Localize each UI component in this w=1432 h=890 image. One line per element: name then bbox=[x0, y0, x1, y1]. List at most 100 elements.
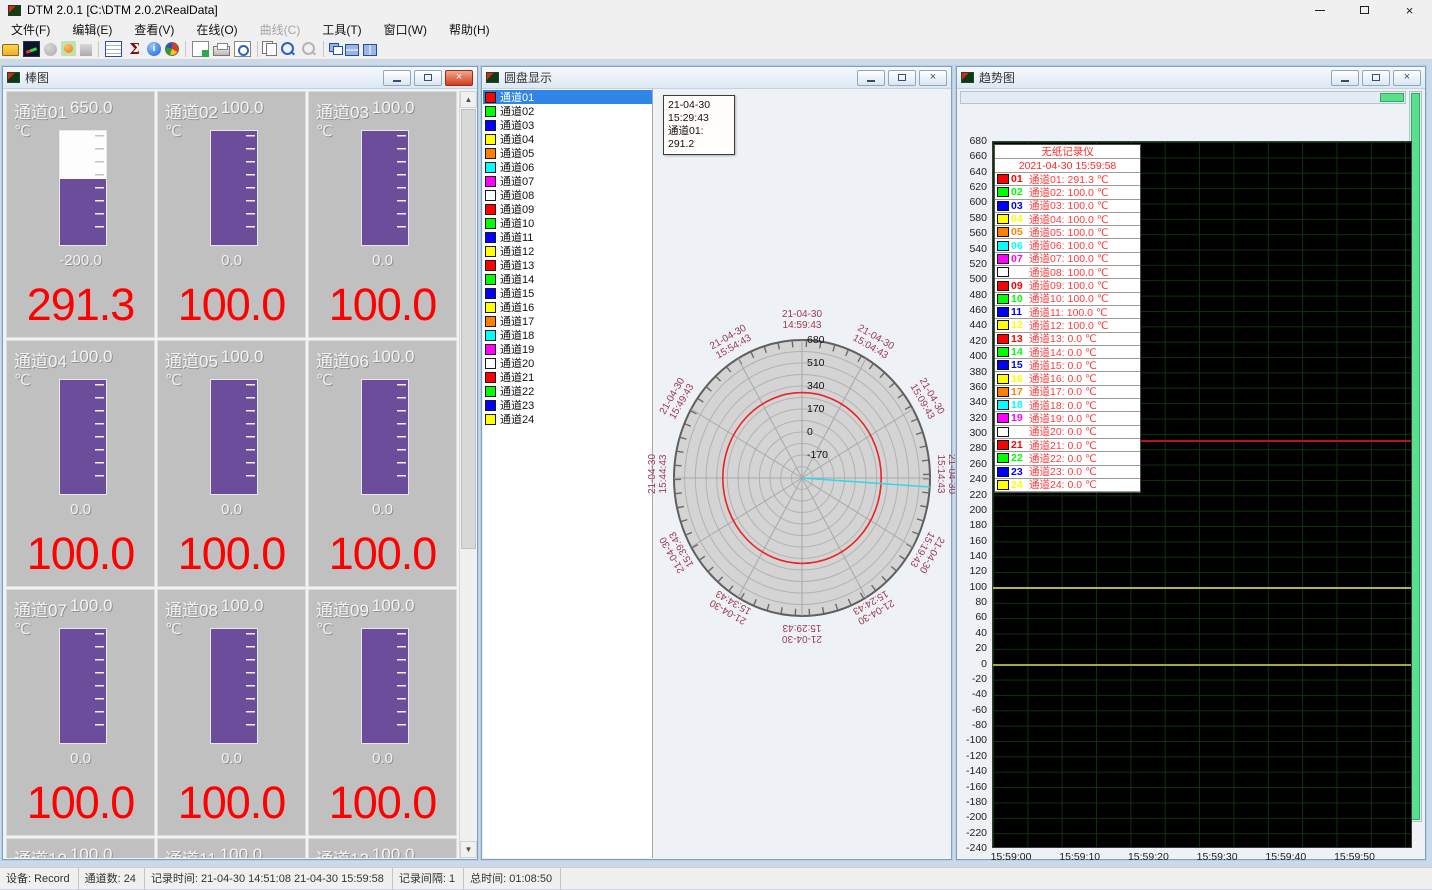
legend-row: 07 通道07: 100.0 ℃ bbox=[995, 253, 1140, 266]
menu-item[interactable]: 在线(O) bbox=[185, 20, 248, 39]
scrollbar-thumb[interactable] bbox=[1380, 93, 1404, 102]
maximize-button[interactable] bbox=[414, 70, 442, 86]
export-icon[interactable] bbox=[192, 41, 209, 57]
channel-color-swatch bbox=[997, 480, 1009, 490]
close-button[interactable]: × bbox=[1393, 70, 1421, 86]
channel-list-item[interactable]: 通道04 bbox=[483, 132, 652, 146]
channel-list-item[interactable]: 通道03 bbox=[483, 118, 652, 132]
channel-gauge-partial: 通道11 100.0 bbox=[157, 838, 306, 858]
record-icon[interactable] bbox=[61, 41, 76, 56]
trend-chart-window: 趋势图 × 6806606406206005805605405205004804… bbox=[956, 66, 1426, 860]
close-button[interactable]: × bbox=[919, 70, 947, 86]
status-segment: 记录间隔: 1 bbox=[393, 868, 464, 890]
app-minimize-button[interactable] bbox=[1297, 0, 1342, 20]
gauge-unit: ℃ bbox=[316, 371, 333, 389]
channel-value-text: 通道11: 100.0 ℃ bbox=[1029, 306, 1108, 319]
svg-text:170: 170 bbox=[807, 403, 825, 415]
horizontal-scrollbar[interactable] bbox=[960, 91, 1406, 104]
zoom-in-icon[interactable] bbox=[279, 41, 296, 57]
channel-list-item[interactable]: 通道07 bbox=[483, 174, 652, 188]
channel-list-item[interactable]: 通道16 bbox=[483, 300, 652, 314]
channel-list-item[interactable]: 通道09 bbox=[483, 202, 652, 216]
menu-item[interactable]: 文件(F) bbox=[0, 20, 61, 39]
trend-x-axis: 15:59:0015:59:1015:59:2015:59:3015:59:40… bbox=[992, 851, 1412, 865]
channel-value-text: 通道20: 0.0 ℃ bbox=[1029, 426, 1097, 439]
cascade-windows-icon[interactable] bbox=[333, 46, 343, 55]
channel-number: 21 bbox=[1011, 439, 1029, 451]
channel-list-item[interactable]: 通道01 bbox=[483, 90, 652, 104]
y-axis-tick-label: 140 bbox=[969, 550, 987, 562]
realtime-display-icon[interactable] bbox=[23, 41, 40, 57]
statistics-sigma-icon[interactable]: Σ bbox=[126, 41, 143, 57]
channel-list-item[interactable]: 通道20 bbox=[483, 356, 652, 370]
minimize-button[interactable] bbox=[383, 70, 411, 86]
open-file-icon[interactable] bbox=[2, 44, 19, 56]
channel-list-item[interactable]: 通道12 bbox=[483, 244, 652, 258]
y-axis-tick-label: -180 bbox=[966, 796, 987, 808]
channel-list-item[interactable]: 通道08 bbox=[483, 188, 652, 202]
channel-value-text: 通道04: 100.0 ℃ bbox=[1029, 213, 1109, 226]
menu-item[interactable]: 查看(V) bbox=[123, 20, 185, 39]
info-icon[interactable]: i bbox=[147, 42, 161, 56]
channel-number: 24 bbox=[1011, 479, 1029, 491]
channel-number: 04 bbox=[1011, 213, 1029, 225]
menu-item[interactable]: 窗口(W) bbox=[373, 20, 438, 39]
print-preview-icon[interactable] bbox=[234, 41, 251, 57]
bar-graph-window: 棒图 × 通道01 650.0 ℃ bbox=[2, 66, 478, 860]
maximize-button[interactable] bbox=[888, 70, 916, 86]
channel-list-item[interactable]: 通道18 bbox=[483, 328, 652, 342]
scroll-down-arrow-icon[interactable]: ▼ bbox=[460, 841, 477, 858]
minimize-button[interactable] bbox=[857, 70, 885, 86]
y-axis-tick-label: 540 bbox=[969, 243, 987, 255]
app-maximize-button[interactable] bbox=[1342, 0, 1387, 20]
channel-list-item[interactable]: 通道22 bbox=[483, 384, 652, 398]
y-axis-tick-label: 320 bbox=[969, 412, 987, 424]
close-button[interactable]: × bbox=[445, 70, 473, 86]
channel-number: 02 bbox=[1011, 186, 1029, 198]
channel-list-item[interactable]: 通道14 bbox=[483, 272, 652, 286]
maximize-button[interactable] bbox=[1362, 70, 1390, 86]
menu-item[interactable]: 工具(T) bbox=[311, 20, 372, 39]
minimize-button[interactable] bbox=[1331, 70, 1359, 86]
print-icon[interactable] bbox=[213, 46, 230, 56]
channel-gauge-partial: 通道12 100.0 bbox=[308, 838, 457, 858]
channel-list-item[interactable]: 通道06 bbox=[483, 160, 652, 174]
gauge-bar-fill bbox=[60, 629, 106, 743]
menu-item[interactable]: 曲线(C) bbox=[249, 20, 312, 39]
gauge-channel-name: 通道04 bbox=[14, 347, 67, 372]
menu-item[interactable]: 帮助(H) bbox=[438, 20, 501, 39]
tile-vertical-icon[interactable] bbox=[363, 44, 377, 56]
channel-color-swatch bbox=[997, 281, 1009, 291]
channel-value-text: 通道09: 100.0 ℃ bbox=[1029, 279, 1109, 292]
scrollbar-thumb[interactable] bbox=[461, 109, 476, 549]
scroll-up-arrow-icon[interactable]: ▲ bbox=[460, 91, 477, 108]
disc-window-titlebar[interactable]: 圆盘显示 × bbox=[482, 67, 951, 89]
channel-list-item[interactable]: 通道05 bbox=[483, 146, 652, 160]
tile-horizontal-icon[interactable] bbox=[345, 44, 359, 56]
channel-list-item[interactable]: 通道02 bbox=[483, 104, 652, 118]
channel-list-item[interactable]: 通道24 bbox=[483, 412, 652, 426]
channel-list-item[interactable]: 通道17 bbox=[483, 314, 652, 328]
channel-list-item[interactable]: 通道13 bbox=[483, 258, 652, 272]
menu-item[interactable]: 编辑(E) bbox=[61, 20, 123, 39]
x-axis-tick-label: 15:59:30 bbox=[1197, 851, 1238, 863]
channel-list-item[interactable]: 通道19 bbox=[483, 342, 652, 356]
vertical-scrollbar[interactable]: ▲ ▼ bbox=[459, 91, 476, 858]
gauge-channel-name: 通道12 bbox=[316, 845, 369, 858]
gauge-max-value: 100.0 bbox=[221, 596, 264, 621]
scrollbar-thumb[interactable] bbox=[1411, 93, 1420, 820]
data-table-icon[interactable] bbox=[105, 41, 122, 57]
channel-list-item[interactable]: 通道15 bbox=[483, 286, 652, 300]
pie-chart-icon[interactable] bbox=[165, 42, 179, 56]
app-close-button[interactable]: × bbox=[1387, 0, 1432, 20]
y-axis-tick-label: 580 bbox=[969, 212, 987, 224]
channel-list-item[interactable]: 通道23 bbox=[483, 398, 652, 412]
channel-value-text: 通道22: 0.0 ℃ bbox=[1029, 452, 1097, 465]
channel-list-item[interactable]: 通道21 bbox=[483, 370, 652, 384]
channel-list-item[interactable]: 通道11 bbox=[483, 230, 652, 244]
trend-window-titlebar[interactable]: 趋势图 × bbox=[957, 67, 1425, 89]
copy-icon[interactable] bbox=[266, 43, 277, 56]
bar-graph-window-titlebar[interactable]: 棒图 × bbox=[3, 67, 477, 89]
channel-number: 01 bbox=[1011, 173, 1029, 185]
channel-list-item[interactable]: 通道10 bbox=[483, 216, 652, 230]
